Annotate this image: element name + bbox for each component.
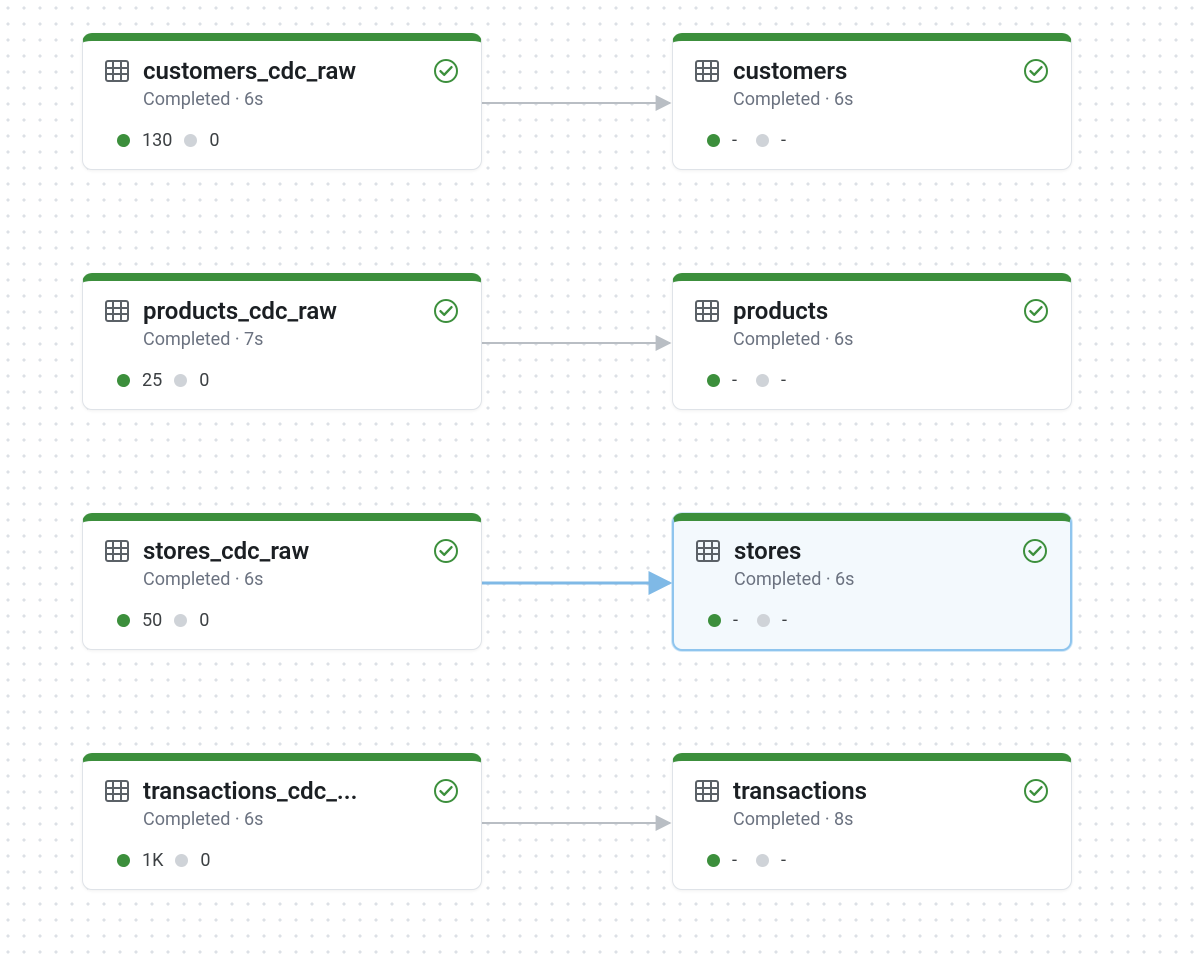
status-check-icon (1023, 778, 1049, 804)
node-status: Completed · 6s (143, 569, 459, 590)
pipeline-node-stores[interactable]: stores Completed · 6s - - (672, 513, 1072, 651)
table-icon (105, 780, 129, 802)
metric-dot-gray (174, 374, 187, 387)
metric-dot-green (707, 854, 720, 867)
pipeline-node-products_cdc_raw[interactable]: products_cdc_raw Completed · 7s 25 0 (82, 273, 482, 410)
node-status: Completed · 6s (143, 809, 459, 830)
node-metrics: - - (708, 610, 1048, 631)
metric-gray-value: - (781, 370, 793, 391)
metric-dot-green (117, 374, 130, 387)
metric-dot-gray (175, 854, 188, 867)
check-circle-icon (433, 58, 459, 84)
metric-dot-gray (174, 614, 187, 627)
node-metrics: - - (707, 370, 1049, 391)
metric-gray-value: 0 (200, 850, 212, 871)
node-metrics: 130 0 (117, 130, 459, 151)
node-status: Completed · 7s (143, 329, 459, 350)
node-status: Completed · 8s (733, 809, 1049, 830)
status-check-icon (433, 58, 459, 84)
metric-gray-value: 0 (199, 370, 211, 391)
metric-gray-value: - (781, 130, 793, 151)
metric-gray-value: 0 (199, 610, 211, 631)
node-status: Completed · 6s (734, 569, 1048, 590)
metric-dot-green (707, 374, 720, 387)
metric-dot-gray (757, 614, 770, 627)
check-circle-icon (433, 298, 459, 324)
node-title: customers (733, 57, 1009, 85)
pipeline-node-products[interactable]: products Completed · 6s - - (672, 273, 1072, 410)
table-icon (105, 300, 129, 322)
node-metrics: 25 0 (117, 370, 459, 391)
metric-green-value: - (733, 610, 745, 631)
status-check-icon (1022, 538, 1048, 564)
pipeline-node-transactions_cdc_raw[interactable]: transactions_cdc_... Completed · 6s 1K 0 (82, 753, 482, 890)
table-icon (695, 300, 719, 322)
metric-dot-gray (184, 134, 197, 147)
status-check-icon (433, 778, 459, 804)
table-icon (696, 540, 720, 562)
metric-green-value: - (732, 370, 744, 391)
node-title: customers_cdc_raw (143, 57, 419, 85)
table-icon (695, 780, 719, 802)
node-title: stores_cdc_raw (143, 537, 419, 565)
metric-gray-value: - (781, 850, 793, 871)
table-icon (105, 540, 129, 562)
metric-green-value: - (732, 850, 744, 871)
node-title: products (733, 297, 1009, 325)
check-circle-icon (433, 778, 459, 804)
pipeline-node-transactions[interactable]: transactions Completed · 8s - - (672, 753, 1072, 890)
table-icon (695, 60, 719, 82)
metric-dot-green (707, 134, 720, 147)
metric-green-value: 130 (142, 130, 172, 151)
table-icon (695, 300, 719, 322)
metric-green-value: 1K (142, 850, 163, 871)
node-title: products_cdc_raw (143, 297, 419, 325)
node-status: Completed · 6s (143, 89, 459, 110)
metric-dot-green (117, 134, 130, 147)
table-icon (105, 780, 129, 802)
table-icon (105, 540, 129, 562)
pipeline-node-stores_cdc_raw[interactable]: stores_cdc_raw Completed · 6s 50 0 (82, 513, 482, 650)
table-icon (695, 780, 719, 802)
pipeline-node-customers_cdc_raw[interactable]: customers_cdc_raw Completed · 6s 130 0 (82, 33, 482, 170)
check-circle-icon (1023, 58, 1049, 84)
metric-gray-value: - (782, 610, 794, 631)
table-icon (105, 300, 129, 322)
check-circle-icon (1022, 538, 1048, 564)
table-icon (105, 60, 129, 82)
metric-green-value: - (732, 130, 744, 151)
pipeline-node-customers[interactable]: customers Completed · 6s - - (672, 33, 1072, 170)
metric-dot-green (117, 614, 130, 627)
node-status: Completed · 6s (733, 89, 1049, 110)
metric-dot-gray (756, 134, 769, 147)
metric-dot-gray (756, 854, 769, 867)
metric-dot-green (708, 614, 721, 627)
check-circle-icon (433, 538, 459, 564)
metric-green-value: 50 (142, 610, 162, 631)
table-icon (695, 60, 719, 82)
table-icon (105, 60, 129, 82)
status-check-icon (433, 298, 459, 324)
check-circle-icon (1023, 778, 1049, 804)
status-check-icon (1023, 58, 1049, 84)
node-status: Completed · 6s (733, 329, 1049, 350)
node-metrics: 1K 0 (117, 850, 459, 871)
node-title: transactions_cdc_... (143, 777, 419, 805)
metric-dot-green (117, 854, 130, 867)
node-title: stores (734, 537, 1008, 565)
status-check-icon (433, 538, 459, 564)
node-title: transactions (733, 777, 1009, 805)
check-circle-icon (1023, 298, 1049, 324)
node-metrics: - - (707, 130, 1049, 151)
metric-green-value: 25 (142, 370, 162, 391)
table-icon (696, 540, 720, 562)
node-metrics: 50 0 (117, 610, 459, 631)
node-metrics: - - (707, 850, 1049, 871)
pipeline-graph-canvas[interactable]: customers_cdc_raw Completed · 6s 130 0 c… (0, 0, 1200, 958)
status-check-icon (1023, 298, 1049, 324)
metric-gray-value: 0 (209, 130, 221, 151)
metric-dot-gray (756, 374, 769, 387)
